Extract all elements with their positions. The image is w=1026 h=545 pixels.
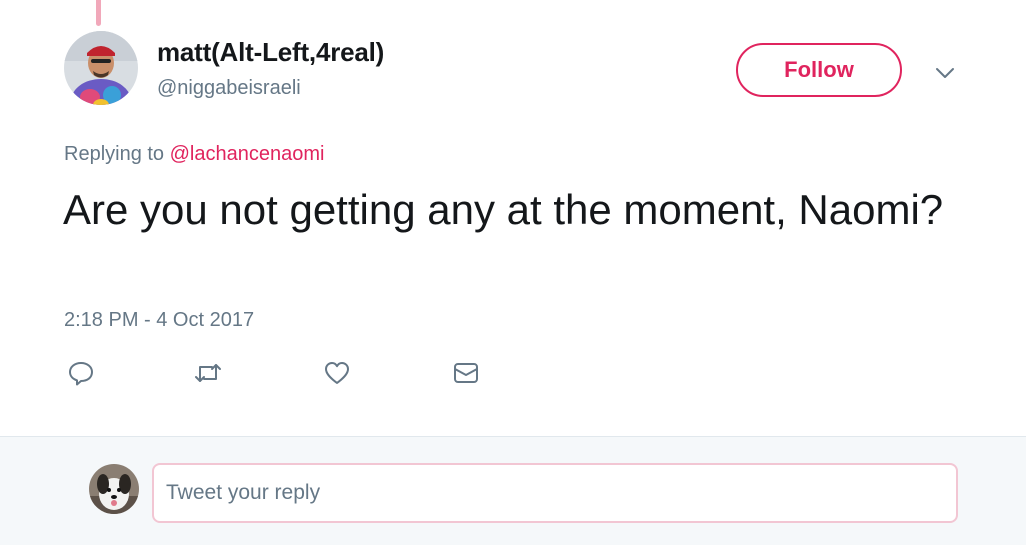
reply-composer (0, 436, 1026, 545)
retweet-button[interactable] (193, 358, 223, 388)
tweet-text: Are you not getting any at the moment, N… (63, 186, 944, 233)
reply-button[interactable] (66, 358, 96, 388)
more-options-button[interactable] (930, 60, 960, 86)
current-user-avatar-image (89, 464, 139, 514)
author-display-name[interactable]: matt(Alt-Left,4real) (157, 37, 384, 68)
reply-input[interactable] (152, 463, 958, 523)
tweet-timestamp[interactable]: 2:18 PM - 4 Oct 2017 (64, 309, 254, 332)
author-avatar[interactable] (64, 31, 138, 105)
like-button[interactable] (322, 358, 352, 388)
replying-to-line: Replying to @lachancenaomi (64, 143, 324, 166)
replying-to-label: Replying to (64, 143, 165, 165)
like-icon (325, 362, 349, 384)
author-screen-name[interactable]: @niggabeisraeli (157, 77, 301, 100)
follow-button[interactable]: Follow (736, 43, 902, 97)
direct-message-button[interactable] (451, 358, 481, 388)
replying-to-mention[interactable]: @lachancenaomi (170, 143, 325, 165)
conversation-thread-line (96, 0, 101, 26)
author-avatar-image (64, 31, 138, 105)
chevron-down-icon (936, 68, 954, 78)
current-user-avatar (89, 464, 139, 514)
retweet-icon (195, 364, 221, 382)
reply-icon (69, 362, 93, 386)
direct-message-icon (454, 363, 478, 383)
